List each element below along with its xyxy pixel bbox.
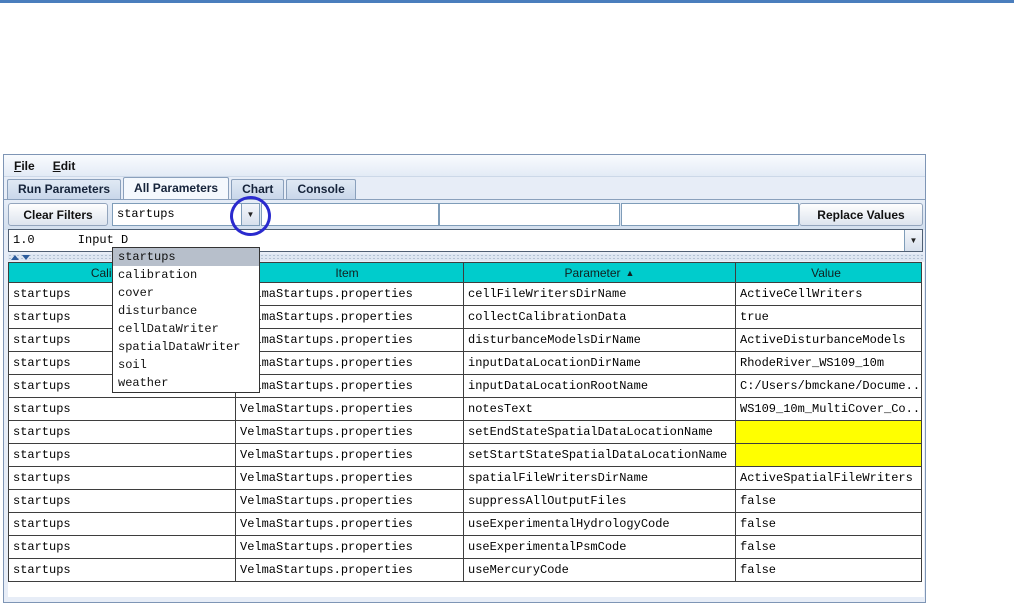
replace-values-button[interactable]: Replace Values <box>799 203 923 226</box>
table-row: startups VelmaStartups.properties useExper… <box>8 512 922 536</box>
cell-item[interactable]: VelmaStartups.properties <box>235 397 464 421</box>
cell-calibration[interactable]: startups <box>8 397 236 421</box>
tab-bar: Run Parameters All Parameters Chart Console <box>4 177 925 200</box>
cell-value[interactable]: RhodeRiver_WS109_10m <box>735 351 922 375</box>
group-dropdown-popup: startups calibration cover disturbance cellD… <box>112 247 260 393</box>
chevron-down-icon: ▼ <box>246 210 255 219</box>
cell-calibration[interactable]: startups <box>8 420 236 444</box>
table-row: startups VelmaStartups.properties useExper… <box>8 535 922 559</box>
parameter-filter-input[interactable] <box>439 203 620 226</box>
filter-toolbar: Clear Filters startups ▼ Replace Values <box>4 200 925 230</box>
cell-parameter[interactable]: disturbanceModelsDirName <box>463 328 736 352</box>
cell-item[interactable]: VelmaStartups.properties <box>235 535 464 559</box>
cell-parameter[interactable]: cellFileWritersDirName <box>463 282 736 306</box>
tab-chart[interactable]: Chart <box>231 179 285 199</box>
cell-value[interactable]: ActiveSpatialFileWriters <box>735 466 922 490</box>
sort-ascending-icon: ▲ <box>625 267 635 278</box>
cell-item[interactable]: VelmaStartups.properties <box>235 558 464 582</box>
cell-parameter[interactable]: setEndStateSpatialDataLocationName <box>463 420 736 444</box>
cell-value[interactable]: WS109_10m_MultiCover_Co... <box>735 397 922 421</box>
tab-all-parameters[interactable]: All Parameters <box>123 177 230 199</box>
dropdown-item[interactable]: soil <box>113 356 259 374</box>
cell-value[interactable] <box>735 420 922 444</box>
cell-value[interactable]: false <box>735 558 922 582</box>
value-filter-input[interactable] <box>621 203 799 226</box>
table-row: startups VelmaStartups.properties notesTex… <box>8 397 922 421</box>
chevron-down-icon: ▼ <box>909 236 918 245</box>
cell-item[interactable]: VelmaStartups.properties <box>235 351 464 375</box>
cell-item[interactable]: VelmaStartups.properties <box>235 282 464 306</box>
menu-item-edit[interactable]: Edit <box>50 158 79 174</box>
app-window: File Edit Run Parameters All Parameters Cha… <box>3 154 926 603</box>
cell-item[interactable]: VelmaStartups.properties <box>235 489 464 513</box>
cell-parameter[interactable]: suppressAllOutputFiles <box>463 489 736 513</box>
collapse-down-icon[interactable] <box>22 255 30 260</box>
cell-item[interactable]: VelmaStartups.properties <box>235 443 464 467</box>
cell-parameter[interactable]: collectCalibrationData <box>463 305 736 329</box>
cell-value[interactable] <box>735 443 922 467</box>
cell-value[interactable]: ActiveDisturbanceModels <box>735 328 922 352</box>
cell-calibration[interactable]: startups <box>8 466 236 490</box>
menu-bar: File Edit <box>4 155 925 177</box>
column-header-parameter[interactable]: Parameter ▲ <box>463 262 736 283</box>
cell-item[interactable]: VelmaStartups.properties <box>235 305 464 329</box>
cell-item[interactable]: VelmaStartups.properties <box>235 512 464 536</box>
cell-parameter[interactable]: spatialFileWritersDirName <box>463 466 736 490</box>
group-filter-dropdown-button[interactable]: ▼ <box>241 204 259 225</box>
cell-value[interactable]: ActiveCellWriters <box>735 282 922 306</box>
tab-console[interactable]: Console <box>286 179 356 199</box>
cell-calibration[interactable]: startups <box>8 558 236 582</box>
item-filter-input[interactable] <box>261 203 439 226</box>
cell-parameter[interactable]: notesText <box>463 397 736 421</box>
cell-parameter[interactable]: useExperimentalHydrologyCode <box>463 512 736 536</box>
cell-value[interactable]: false <box>735 489 922 513</box>
table-row: startups VelmaStartups.properties suppress… <box>8 489 922 513</box>
dropdown-item[interactable]: spatialDataWriter <box>113 338 259 356</box>
group-filter-combobox[interactable]: startups ▼ <box>112 203 260 226</box>
cell-item[interactable]: VelmaStartups.properties <box>235 420 464 444</box>
cell-parameter[interactable]: inputDataLocationDirName <box>463 351 736 375</box>
tab-run-parameters[interactable]: Run Parameters <box>7 179 122 199</box>
table-row: startups VelmaStartups.properties setStart… <box>8 443 922 467</box>
table-row: startups VelmaStartups.properties spatialF… <box>8 466 922 490</box>
parameter-set-dropdown-button[interactable]: ▼ <box>904 230 922 251</box>
dropdown-item[interactable]: startups <box>113 248 259 266</box>
group-filter-value: startups <box>117 207 175 221</box>
dropdown-item[interactable]: weather <box>113 374 259 392</box>
cell-item[interactable]: VelmaStartups.properties <box>235 466 464 490</box>
cell-parameter[interactable]: setStartStateSpatialDataLocationName <box>463 443 736 467</box>
cell-calibration[interactable]: startups <box>8 489 236 513</box>
menu-item-file[interactable]: File <box>11 158 38 174</box>
cell-value[interactable]: true <box>735 305 922 329</box>
cell-value[interactable]: false <box>735 512 922 536</box>
cell-item[interactable]: VelmaStartups.properties <box>235 374 464 398</box>
cell-parameter[interactable]: useExperimentalPsmCode <box>463 535 736 559</box>
dropdown-item[interactable]: disturbance <box>113 302 259 320</box>
column-header-item[interactable]: Item <box>235 262 464 283</box>
table-row: startups VelmaStartups.properties setEndSt… <box>8 420 922 444</box>
dropdown-item[interactable]: cover <box>113 284 259 302</box>
cell-calibration[interactable]: startups <box>8 535 236 559</box>
cell-calibration[interactable]: startups <box>8 512 236 536</box>
collapse-up-icon[interactable] <box>11 255 19 260</box>
cell-item[interactable]: VelmaStartups.properties <box>235 328 464 352</box>
cell-value[interactable]: C:/Users/bmckane/Docume... <box>735 374 922 398</box>
document-accent-line <box>0 0 1014 3</box>
column-header-value[interactable]: Value <box>735 262 922 283</box>
table-row: startups VelmaStartups.properties useMercu… <box>8 558 922 582</box>
clear-filters-button[interactable]: Clear Filters <box>8 203 108 226</box>
cell-parameter[interactable]: useMercuryCode <box>463 558 736 582</box>
cell-value[interactable]: false <box>735 535 922 559</box>
cell-parameter[interactable]: inputDataLocationRootName <box>463 374 736 398</box>
dropdown-item[interactable]: cellDataWriter <box>113 320 259 338</box>
cell-calibration[interactable]: startups <box>8 443 236 467</box>
dropdown-item[interactable]: calibration <box>113 266 259 284</box>
